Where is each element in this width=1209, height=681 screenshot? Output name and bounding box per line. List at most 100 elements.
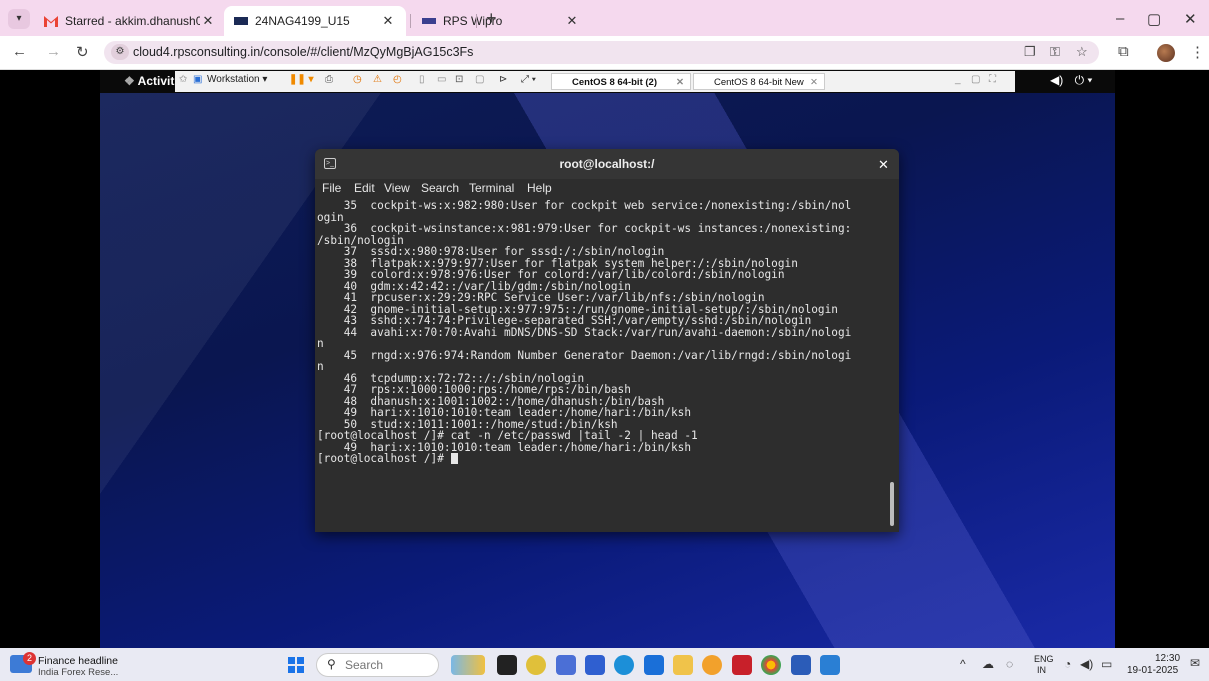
menu-help[interactable]: Help [527, 181, 552, 195]
terminal-menubar: File Edit View Search Terminal Help [315, 179, 899, 198]
terminal-line: 44 avahi:x:70:70:Avahi mDNS/DNS-SD Stack… [317, 325, 852, 339]
volume-icon: ◀) [1050, 73, 1064, 87]
terminal-title: root@localhost:/ [559, 157, 655, 171]
address-bar[interactable]: ⚙ cloud4.rpsconsulting.in/console/#/clie… [104, 41, 1099, 64]
vm-exit-fullscreen-icon[interactable]: ⛶ [989, 74, 996, 85]
tray-app-icon[interactable]: ◌ [1006, 657, 1013, 671]
power-icon: ⏻ ▾ [1074, 73, 1093, 87]
vm-tab-centos-new[interactable]: CentOS 8 64-bit New ✕ [693, 73, 825, 90]
tab-gmail-starred[interactable]: Starred - akkim.dhanush03@gn ✕ [34, 6, 226, 36]
vmware-toolbar: ✩ ▣ Workstation ▾ ❚❚ ▾ ⎙ ◷ ⚠ ◴ ▯ ▭ ⊡ ▢ ⊳… [175, 71, 1015, 92]
browser-menu-icon[interactable]: ⋮ [1190, 43, 1205, 61]
menu-view[interactable]: View [384, 181, 410, 195]
terminal-window[interactable]: >_ root@localhost:/ ✕ File Edit View Sea… [315, 149, 899, 532]
url-text[interactable]: cloud4.rpsconsulting.in/console/#/client… [133, 45, 473, 59]
send-keys-icon[interactable]: ⎙ [325, 74, 333, 85]
notification-icon[interactable]: ✉ [1190, 656, 1200, 670]
menu-file[interactable]: File [322, 181, 341, 195]
language-indicator[interactable]: ENG [1034, 654, 1054, 664]
tab-24nag4199[interactable]: 24NAG4199_U15 ✕ [224, 6, 406, 36]
terminal-titlebar[interactable]: >_ root@localhost:/ ✕ [315, 149, 899, 179]
teams-icon[interactable] [556, 655, 576, 675]
revert-snapshot-icon[interactable]: ⚠ [373, 74, 382, 85]
profile-avatar[interactable] [1157, 44, 1175, 62]
pin-icon[interactable]: ✩ [179, 74, 187, 85]
vm-minimize-icon[interactable]: _ [955, 74, 961, 85]
reload-icon[interactable]: ↻ [76, 43, 89, 61]
language-region[interactable]: IN [1037, 665, 1046, 675]
gnome-top-bar: ❖ Activities ✩ ▣ Workstation ▾ ❚❚ ▾ ⎙ ◷ … [100, 70, 1115, 93]
view-thumbs-icon[interactable]: ▭ [437, 74, 446, 85]
tab-separator [410, 14, 411, 28]
terminal-line: 41 rpcuser:x:29:29:RPC Service User:/var… [317, 291, 765, 304]
edge-icon[interactable] [614, 655, 634, 675]
news-headline[interactable]: Finance headline [38, 655, 118, 667]
close-tab-icon[interactable]: ✕ [380, 13, 396, 29]
pause-vm-icon[interactable]: ❚❚ ▾ [289, 74, 314, 85]
terminal-line: n [317, 337, 324, 350]
tab-search-chevron-icon[interactable]: ▾ [8, 9, 30, 29]
chrome-icon[interactable] [761, 655, 781, 675]
menu-edit[interactable]: Edit [354, 181, 375, 195]
restore-icon[interactable]: ▢ [1147, 10, 1161, 28]
fullscreen-icon[interactable]: ⊡ [455, 74, 463, 85]
taskbar-search[interactable]: ⚲ [316, 653, 439, 677]
terminal-output[interactable]: 35 cockpit-ws:x:982:980:User for cockpit… [317, 200, 885, 530]
close-vm-tab-icon[interactable]: ✕ [676, 74, 684, 91]
close-tab-icon[interactable]: ✕ [564, 13, 580, 29]
bing-widget-icon[interactable] [451, 655, 485, 675]
mcafee-icon[interactable] [732, 655, 752, 675]
workstation-menu[interactable]: Workstation ▾ [207, 74, 267, 85]
photos-icon[interactable] [702, 655, 722, 675]
terminal-scrollbar[interactable] [890, 482, 894, 526]
search-input[interactable] [343, 657, 437, 673]
speaker-icon[interactable]: ◀) [1080, 657, 1093, 671]
gnome-system-tray[interactable]: ◀) ⏻ ▾ [1050, 73, 1092, 88]
copilot-icon[interactable] [526, 655, 546, 675]
word-icon[interactable] [791, 655, 811, 675]
vm-tab-label: CentOS 8 64-bit (2) [572, 77, 657, 88]
clock-date[interactable]: 19-01-2025 [1127, 665, 1178, 676]
copy-page-icon[interactable]: ❐ [1024, 44, 1036, 60]
menu-search[interactable]: Search [421, 181, 459, 195]
show-hidden-icons-chevron-icon[interactable]: ^ [960, 657, 966, 671]
tab-label: RPS Wipro [443, 14, 503, 28]
photos-app-icon[interactable] [820, 655, 840, 675]
snapshot-icon[interactable]: ◷ [353, 74, 362, 85]
task-view-icon[interactable] [497, 655, 517, 675]
chat-icon[interactable] [585, 655, 605, 675]
site-info-icon[interactable]: ⚙ [111, 44, 129, 60]
console-icon[interactable]: ⊳ [499, 74, 507, 85]
back-arrow-icon[interactable]: ← [12, 43, 27, 60]
view-sidebar-icon[interactable]: ▯ [419, 74, 425, 85]
vm-tab-centos-2[interactable]: CentOS 8 64-bit (2) ✕ [551, 73, 691, 90]
gnome-foot-icon: ❖ [124, 74, 135, 88]
store-icon[interactable] [644, 655, 664, 675]
stretch-icon[interactable]: ⤢ ▾ [521, 74, 536, 85]
forward-arrow-icon[interactable]: → [46, 43, 61, 60]
bookmark-star-icon[interactable]: ☆ [1076, 44, 1088, 60]
unity-icon[interactable]: ▢ [475, 74, 484, 85]
wifi-icon[interactable]: ◔ [1064, 657, 1071, 671]
file-explorer-icon[interactable] [673, 655, 693, 675]
battery-icon[interactable]: ▭ [1101, 657, 1112, 671]
new-tab-button[interactable]: + [486, 8, 497, 29]
password-key-icon[interactable]: ⚿ [1050, 44, 1060, 60]
clock-time[interactable]: 12:30 [1155, 653, 1180, 664]
windows-start-icon[interactable] [288, 657, 304, 673]
snapshot-manager-icon[interactable]: ◴ [393, 74, 402, 85]
terminal-line: [root@localhost /]# [317, 453, 885, 465]
close-vm-tab-icon[interactable]: ✕ [810, 74, 818, 91]
tab-rps-wipro[interactable]: RPS Wipro ✕ [412, 6, 590, 36]
terminal-cursor [450, 453, 458, 464]
close-tab-icon[interactable]: ✕ [200, 13, 216, 29]
rps-favicon-icon [422, 18, 436, 24]
vm-restore-icon[interactable]: ▢ [971, 74, 980, 85]
close-window-icon[interactable]: ✕ [1184, 10, 1197, 28]
onedrive-icon[interactable]: ☁ [982, 657, 994, 671]
minimize-icon[interactable]: – [1116, 10, 1124, 27]
extensions-puzzle-icon[interactable]: ⧉ [1118, 43, 1129, 60]
news-subtitle[interactable]: India Forex Rese... [38, 667, 118, 678]
menu-terminal[interactable]: Terminal [469, 181, 514, 195]
terminal-close-icon[interactable]: ✕ [878, 157, 889, 173]
